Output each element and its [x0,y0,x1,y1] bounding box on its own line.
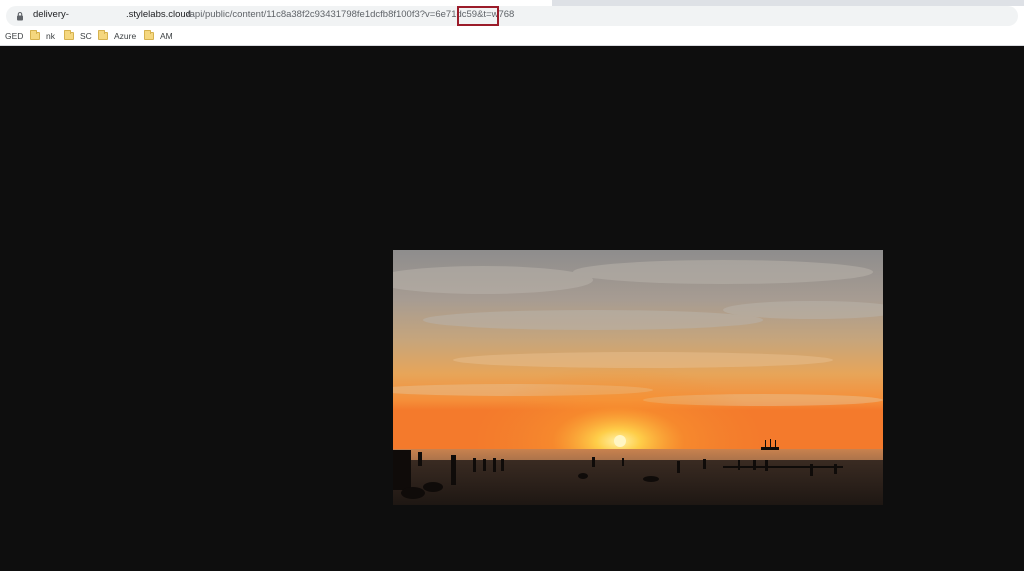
sunset-beach-photo[interactable] [393,250,883,505]
url-param-highlight [457,6,499,26]
bookmark-label: AM [160,31,173,41]
folder-icon [144,30,154,40]
folder-icon [98,30,108,40]
lock-icon[interactable] [15,11,25,21]
bookmark-label: SC [80,31,92,41]
bookmark-folder-sc[interactable]: SC [64,29,92,43]
folder-icon [30,30,40,40]
bookmark-ged[interactable]: GED [5,29,23,43]
url-host-prefix[interactable]: delivery- [33,9,69,20]
toolbar: delivery- .stylelabs.cloud /api/public/c… [0,6,1024,26]
bookmark-label: GED [5,31,24,41]
bookmark-label: nk [46,31,55,41]
bookmark-folder-azure[interactable]: Azure [98,29,136,43]
image-viewer [0,47,1024,571]
url-host-suffix[interactable]: .stylelabs.cloud [126,9,191,20]
address-bar[interactable]: delivery- .stylelabs.cloud /api/public/c… [6,6,1018,26]
bookmark-folder-am[interactable]: AM [144,29,173,43]
bookmark-label: Azure [114,31,137,41]
folder-icon [64,30,74,40]
bookmark-folder-nk[interactable]: nk [30,29,55,43]
bookmarks-bar: GED nk SC Azure AM [0,26,1024,46]
